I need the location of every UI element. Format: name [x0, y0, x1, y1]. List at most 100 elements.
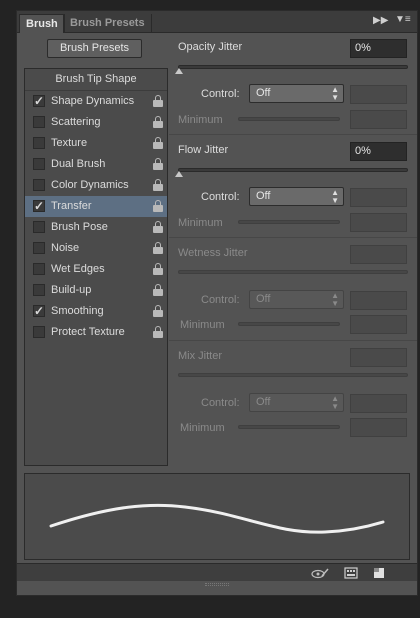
list-item-transfer[interactable]: ✓ Transfer: [25, 196, 167, 217]
mix-jitter-label: Mix Jitter: [178, 350, 222, 362]
opacity-control-value: Off: [256, 87, 271, 99]
tab-brush-presets[interactable]: Brush Presets: [63, 14, 152, 33]
section-divider: [169, 134, 417, 135]
tab-bar: Brush Brush Presets ▶▶ ▼≡: [17, 11, 417, 33]
checkbox[interactable]: [33, 242, 45, 254]
select-arrows-icon: ▲ ▼: [331, 291, 339, 308]
flow-control-label: Control:: [201, 191, 240, 203]
mix-minimum-slider: [238, 425, 340, 429]
flow-minimum-label: Minimum: [178, 217, 223, 229]
lock-icon[interactable]: [153, 200, 163, 212]
list-item-noise[interactable]: Noise: [25, 238, 167, 259]
checkbox[interactable]: [33, 179, 45, 191]
opacity-jitter-label: Opacity Jitter: [178, 41, 243, 53]
opacity-minimum-value: [350, 110, 407, 129]
lock-icon[interactable]: [153, 326, 163, 338]
list-item-label: Transfer: [51, 200, 92, 212]
checkbox[interactable]: ✓: [33, 200, 45, 212]
tab-brush[interactable]: Brush: [19, 14, 65, 33]
lock-icon[interactable]: [153, 284, 163, 296]
list-item-label: Noise: [51, 242, 80, 254]
list-item-label: Color Dynamics: [51, 179, 129, 191]
checkbox[interactable]: [33, 284, 45, 296]
lock-icon[interactable]: [153, 95, 163, 107]
lock-icon[interactable]: [153, 137, 163, 149]
brush-tip-shape-item[interactable]: Brush Tip Shape: [25, 69, 167, 91]
mix-jitter-slider: [178, 373, 408, 377]
opacity-control-extra: [350, 85, 407, 104]
flow-jitter-thumb[interactable]: [175, 171, 183, 177]
wetness-control-extra: [350, 291, 407, 310]
mix-jitter-value: [350, 348, 407, 367]
new-preset-icon[interactable]: [373, 567, 385, 582]
checkbox[interactable]: [33, 116, 45, 128]
checkbox[interactable]: [33, 326, 45, 338]
stroke-preview: [24, 473, 410, 560]
brush-panel: Brush Brush Presets ▶▶ ▼≡ Brush Presets …: [16, 10, 418, 596]
list-item-label: Build-up: [51, 284, 92, 296]
flow-control-value: Off: [256, 190, 271, 202]
opacity-jitter-slider[interactable]: [178, 65, 408, 69]
panel-menu-icon[interactable]: ▼≡: [395, 14, 411, 25]
wetness-control-value: Off: [256, 293, 271, 305]
lock-icon[interactable]: [153, 305, 163, 317]
lock-icon[interactable]: [153, 242, 163, 254]
list-item-dual-brush[interactable]: Dual Brush: [25, 154, 167, 175]
flow-control-select[interactable]: Off ▲ ▼: [249, 187, 344, 206]
wetness-jitter-label: Wetness Jitter: [178, 247, 248, 259]
list-item-label: Texture: [51, 137, 88, 149]
wetness-jitter-value: [350, 245, 407, 264]
lock-icon[interactable]: [153, 116, 163, 128]
checkbox[interactable]: ✓: [33, 305, 45, 317]
lock-icon[interactable]: [153, 179, 163, 191]
checkbox[interactable]: [33, 137, 45, 149]
flow-jitter-slider[interactable]: [178, 168, 408, 172]
double-chevron-right-icon[interactable]: ▶▶: [373, 15, 388, 26]
panel-bottom-bar: [17, 563, 417, 581]
checkbox[interactable]: ✓: [33, 95, 45, 107]
list-item-wet-edges[interactable]: Wet Edges: [25, 259, 167, 280]
lock-icon[interactable]: [153, 263, 163, 275]
list-item-label: Scattering: [51, 116, 101, 128]
flow-jitter-label: Flow Jitter: [178, 144, 229, 156]
wetness-jitter-slider: [178, 270, 408, 274]
mix-minimum-label: Minimum: [180, 422, 225, 434]
brush-grid-icon[interactable]: [344, 567, 358, 582]
opacity-jitter-thumb[interactable]: [175, 68, 183, 74]
list-item-color-dynamics[interactable]: Color Dynamics: [25, 175, 167, 196]
list-item-smoothing[interactable]: ✓ Smoothing: [25, 301, 167, 322]
mix-control-extra: [350, 394, 407, 413]
lock-icon[interactable]: [153, 221, 163, 233]
list-item-label: Brush Pose: [51, 221, 108, 233]
eye-brush-icon[interactable]: [311, 567, 329, 582]
checkbox[interactable]: [33, 221, 45, 233]
mix-control-value: Off: [256, 396, 271, 408]
list-item-texture[interactable]: Texture: [25, 133, 167, 154]
checkbox[interactable]: [33, 263, 45, 275]
section-divider: [169, 237, 417, 238]
list-item-build-up[interactable]: Build-up: [25, 280, 167, 301]
list-item-protect-texture[interactable]: Protect Texture: [25, 322, 167, 343]
mix-control-select: Off ▲ ▼: [249, 393, 344, 412]
list-item-label: Dual Brush: [51, 158, 106, 170]
wetness-control-label: Control:: [201, 294, 240, 306]
mix-minimum-value: [350, 418, 407, 437]
opacity-control-select[interactable]: Off ▲ ▼: [249, 84, 344, 103]
opacity-minimum-slider: [238, 117, 340, 121]
flow-minimum-value: [350, 213, 407, 232]
opacity-jitter-value[interactable]: 0%: [350, 39, 407, 58]
list-item-shape-dynamics[interactable]: ✓ Shape Dynamics: [25, 91, 167, 112]
checkbox[interactable]: [33, 158, 45, 170]
list-item-label: Wet Edges: [51, 263, 105, 275]
lock-icon[interactable]: [153, 158, 163, 170]
wetness-minimum-value: [350, 315, 407, 334]
opacity-control-label: Control:: [201, 88, 240, 100]
list-item-scattering[interactable]: Scattering: [25, 112, 167, 133]
list-item-label: Protect Texture: [51, 326, 125, 338]
list-item-brush-pose[interactable]: Brush Pose: [25, 217, 167, 238]
resize-grip[interactable]: [205, 583, 229, 586]
brush-presets-button[interactable]: Brush Presets: [47, 39, 142, 58]
stroke-preview-curve: [49, 503, 385, 534]
flow-jitter-value[interactable]: 0%: [350, 142, 407, 161]
mix-control-label: Control:: [201, 397, 240, 409]
